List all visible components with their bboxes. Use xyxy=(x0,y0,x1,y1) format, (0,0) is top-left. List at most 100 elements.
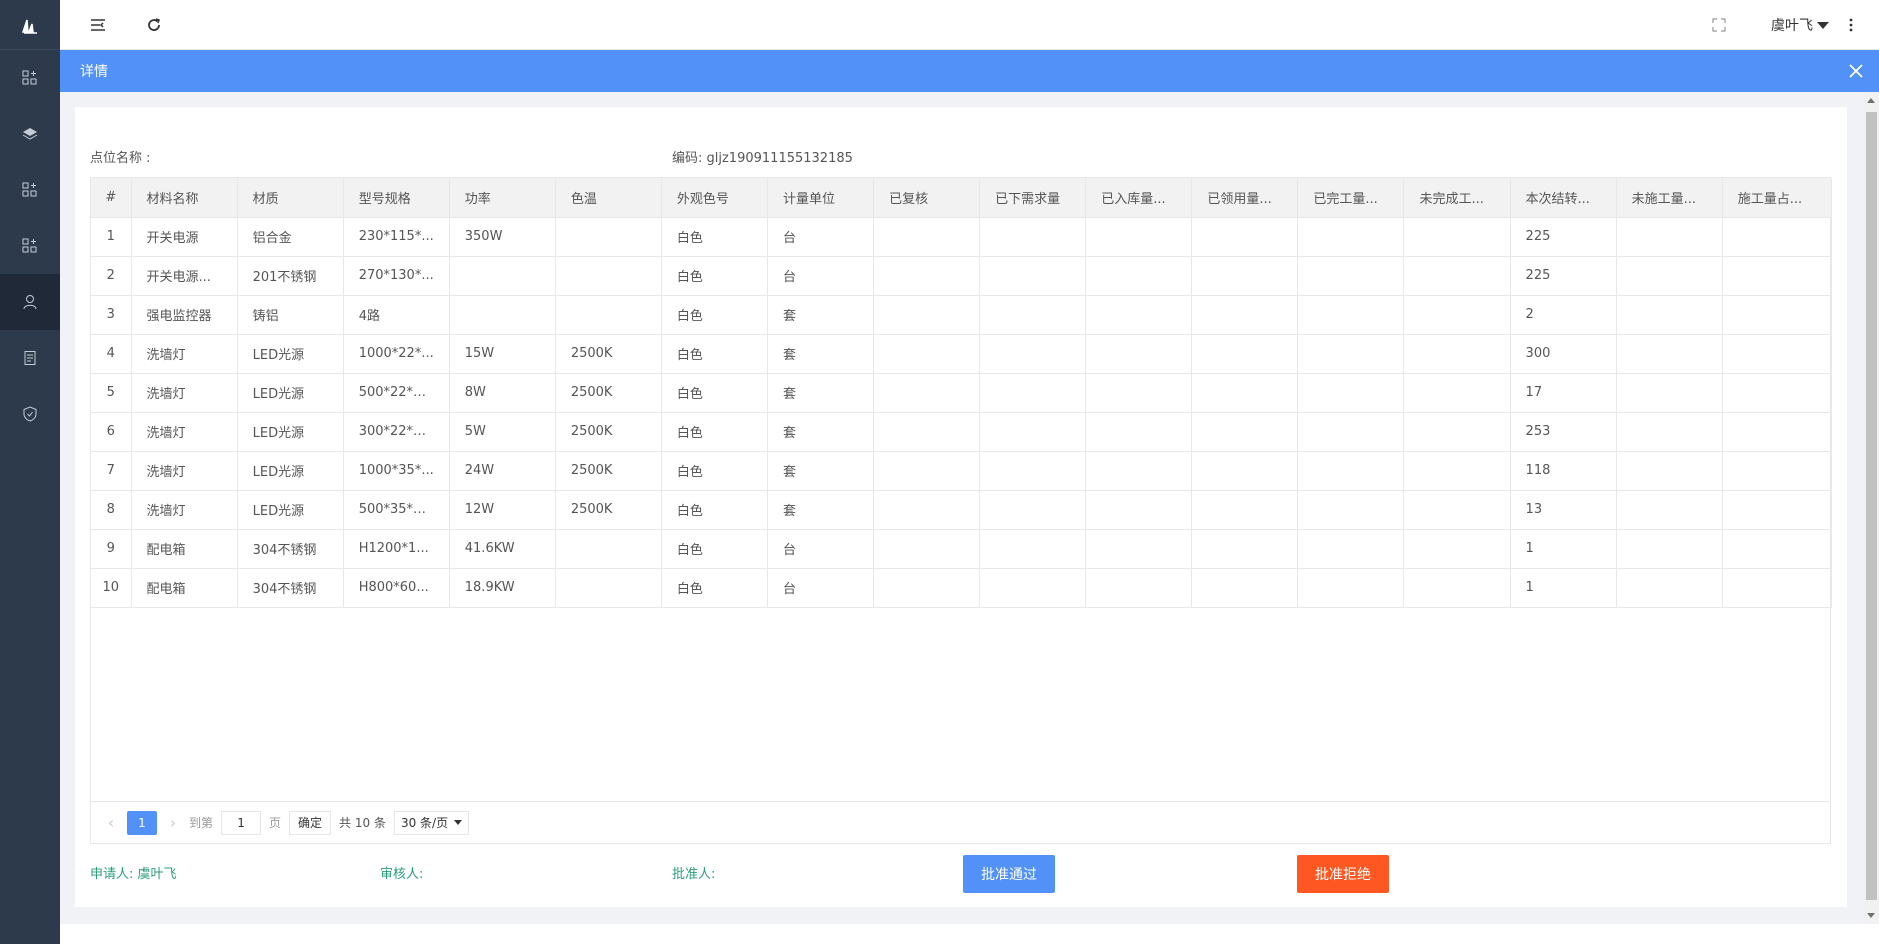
column-header: 未施工量... xyxy=(1616,178,1723,218)
table-cell: 500*35*H... xyxy=(343,490,450,530)
scroll-down-icon[interactable] xyxy=(1867,913,1875,918)
approve-button[interactable]: 批准通过 xyxy=(963,855,1055,893)
column-header: 已下需求量 xyxy=(979,178,1087,218)
bottom-strip xyxy=(60,924,1879,944)
table-cell xyxy=(1722,295,1833,335)
table-cell: 洗墙灯 xyxy=(131,334,238,374)
table-row[interactable]: 5 洗墙灯 LED光源 500*22*H... 8W 2500K 白色套 17 xyxy=(91,373,1833,413)
table-cell: 304不锈钢 xyxy=(237,568,344,608)
app-logo[interactable] xyxy=(0,0,60,50)
nav-item-layers[interactable] xyxy=(0,106,60,162)
refresh-icon[interactable] xyxy=(144,15,164,35)
table-cell xyxy=(873,334,981,374)
table-row[interactable]: 10 配电箱 304不锈钢 H800*60... 18.9KW 白色台 1 xyxy=(91,568,1833,608)
table-cell: 铸铝 xyxy=(237,295,344,335)
table-cell xyxy=(1191,568,1299,608)
table-cell: 白色 xyxy=(661,373,769,413)
page-size-select[interactable]: 30 条/页 xyxy=(393,810,470,835)
table-cell xyxy=(979,334,1087,374)
applicant-label: 申请人: 虞叶飞 xyxy=(90,867,177,882)
page-number-input[interactable] xyxy=(221,810,262,835)
more-vertical-icon[interactable] xyxy=(1841,15,1861,35)
table-cell xyxy=(555,217,662,257)
table-cell xyxy=(1403,529,1511,569)
table-cell: 304不锈钢 xyxy=(237,529,344,569)
table-cell xyxy=(1722,568,1833,608)
table-cell xyxy=(979,373,1087,413)
fullscreen-icon[interactable] xyxy=(1709,15,1729,35)
table-cell xyxy=(1616,451,1723,491)
page-size-value: 30 条/页 xyxy=(400,816,449,830)
table-row[interactable]: 2 开关电源... 201不锈钢 270*130*... 白色台 225 xyxy=(91,256,1833,296)
table-row[interactable]: 6 洗墙灯 LED光源 300*22*H... 5W 2500K 白色套 253 xyxy=(91,412,1833,452)
table-cell xyxy=(1403,568,1511,608)
table-cell: 白色 xyxy=(661,568,769,608)
confirm-page-button[interactable]: 确定 xyxy=(289,810,332,835)
table-cell: 41.6KW xyxy=(449,529,556,569)
table-cell xyxy=(1085,529,1193,569)
table-row[interactable]: 9 配电箱 304不锈钢 H1200*1... 41.6KW 白色台 1 xyxy=(91,529,1833,569)
table-cell: LED光源 xyxy=(237,334,344,374)
user-icon xyxy=(23,295,37,310)
table-header-row: # 材料名称 材质 型号规格 功率 色温 外观色号 计量单位 已复核 已下需求量 已入库量... 已领… xyxy=(91,178,1833,218)
table-cell: 300*22*H... xyxy=(343,412,450,452)
table-row[interactable]: 7 洗墙灯 LED光源 1000*35*... 24W 2500K 白色套 118 xyxy=(91,451,1833,491)
table-cell xyxy=(979,295,1087,335)
chevron-down-icon xyxy=(1817,21,1829,29)
table-cell xyxy=(1403,334,1511,374)
table-cell: 2500K xyxy=(555,412,662,452)
table-cell: 2500K xyxy=(555,373,662,413)
user-menu[interactable]: 虞叶飞 xyxy=(1771,15,1829,35)
table-cell: 台 xyxy=(767,568,875,608)
table-cell xyxy=(1191,373,1299,413)
approval-footer: 申请人: 虞叶飞 审核人: 批准人: 批准通过 批准拒绝 xyxy=(75,855,1847,895)
nav-item-security[interactable] xyxy=(0,386,60,442)
column-header: 已入库量... xyxy=(1085,178,1193,218)
column-header: 材质 xyxy=(237,178,344,218)
scroll-up-icon[interactable] xyxy=(1867,98,1875,103)
nav-item-users[interactable] xyxy=(0,274,60,330)
scrollbar-thumb[interactable] xyxy=(1866,112,1877,900)
table-row[interactable]: 1 开关电源 铝合金 230*115*... 350W 白色台 225 xyxy=(91,217,1833,257)
menu-toggle-icon[interactable] xyxy=(88,15,108,35)
table-cell xyxy=(555,529,662,569)
vertical-scrollbar[interactable] xyxy=(1864,92,1879,924)
table-row[interactable]: 4 洗墙灯 LED光源 1000*22*... 15W 2500K 白色套 300 xyxy=(91,334,1833,374)
table-cell xyxy=(1616,295,1723,335)
table-cell xyxy=(1297,568,1405,608)
table-cell xyxy=(1616,412,1723,452)
table-cell: 15W xyxy=(449,334,556,374)
reviewer-label: 审核人: xyxy=(380,867,424,882)
table-cell: 6 xyxy=(91,412,132,452)
prev-page-icon[interactable]: ‹ xyxy=(103,813,119,832)
table-cell: 强电监控器 xyxy=(131,295,238,335)
current-page[interactable]: 1 xyxy=(127,810,157,835)
column-header: 外观色号 xyxy=(661,178,769,218)
nav-item-dashboard[interactable] xyxy=(0,50,60,106)
table-cell xyxy=(1297,529,1405,569)
table-cell xyxy=(1191,490,1299,530)
nav-item-apps[interactable] xyxy=(0,218,60,274)
table-cell: 2500K xyxy=(555,334,662,374)
table-row[interactable]: 3 强电监控器 铸铝 4路 白色套 2 xyxy=(91,295,1833,335)
table-cell: 白色 xyxy=(661,334,769,374)
chevron-down-icon xyxy=(454,820,463,825)
next-page-icon[interactable]: › xyxy=(165,813,181,832)
reject-button[interactable]: 批准拒绝 xyxy=(1297,855,1389,893)
table-cell: 5W xyxy=(449,412,556,452)
nav-item-modules[interactable] xyxy=(0,162,60,218)
table-cell: 洗墙灯 xyxy=(131,451,238,491)
table-cell: 230*115*... xyxy=(343,217,450,257)
shield-icon xyxy=(23,406,37,422)
nav-item-documents[interactable] xyxy=(0,330,60,386)
modal-title: 详情 xyxy=(80,64,108,80)
table-cell xyxy=(1297,334,1405,374)
table-cell xyxy=(1085,295,1193,335)
table-cell xyxy=(873,217,981,257)
close-icon[interactable] xyxy=(1847,62,1865,80)
table-cell: 225 xyxy=(1510,256,1617,296)
table-row[interactable]: 8 洗墙灯 LED光源 500*35*H... 12W 2500K 白色套 13 xyxy=(91,490,1833,530)
table-cell: 铝合金 xyxy=(237,217,344,257)
total-count: 共 10 条 xyxy=(339,816,386,830)
table-cell xyxy=(1191,412,1299,452)
